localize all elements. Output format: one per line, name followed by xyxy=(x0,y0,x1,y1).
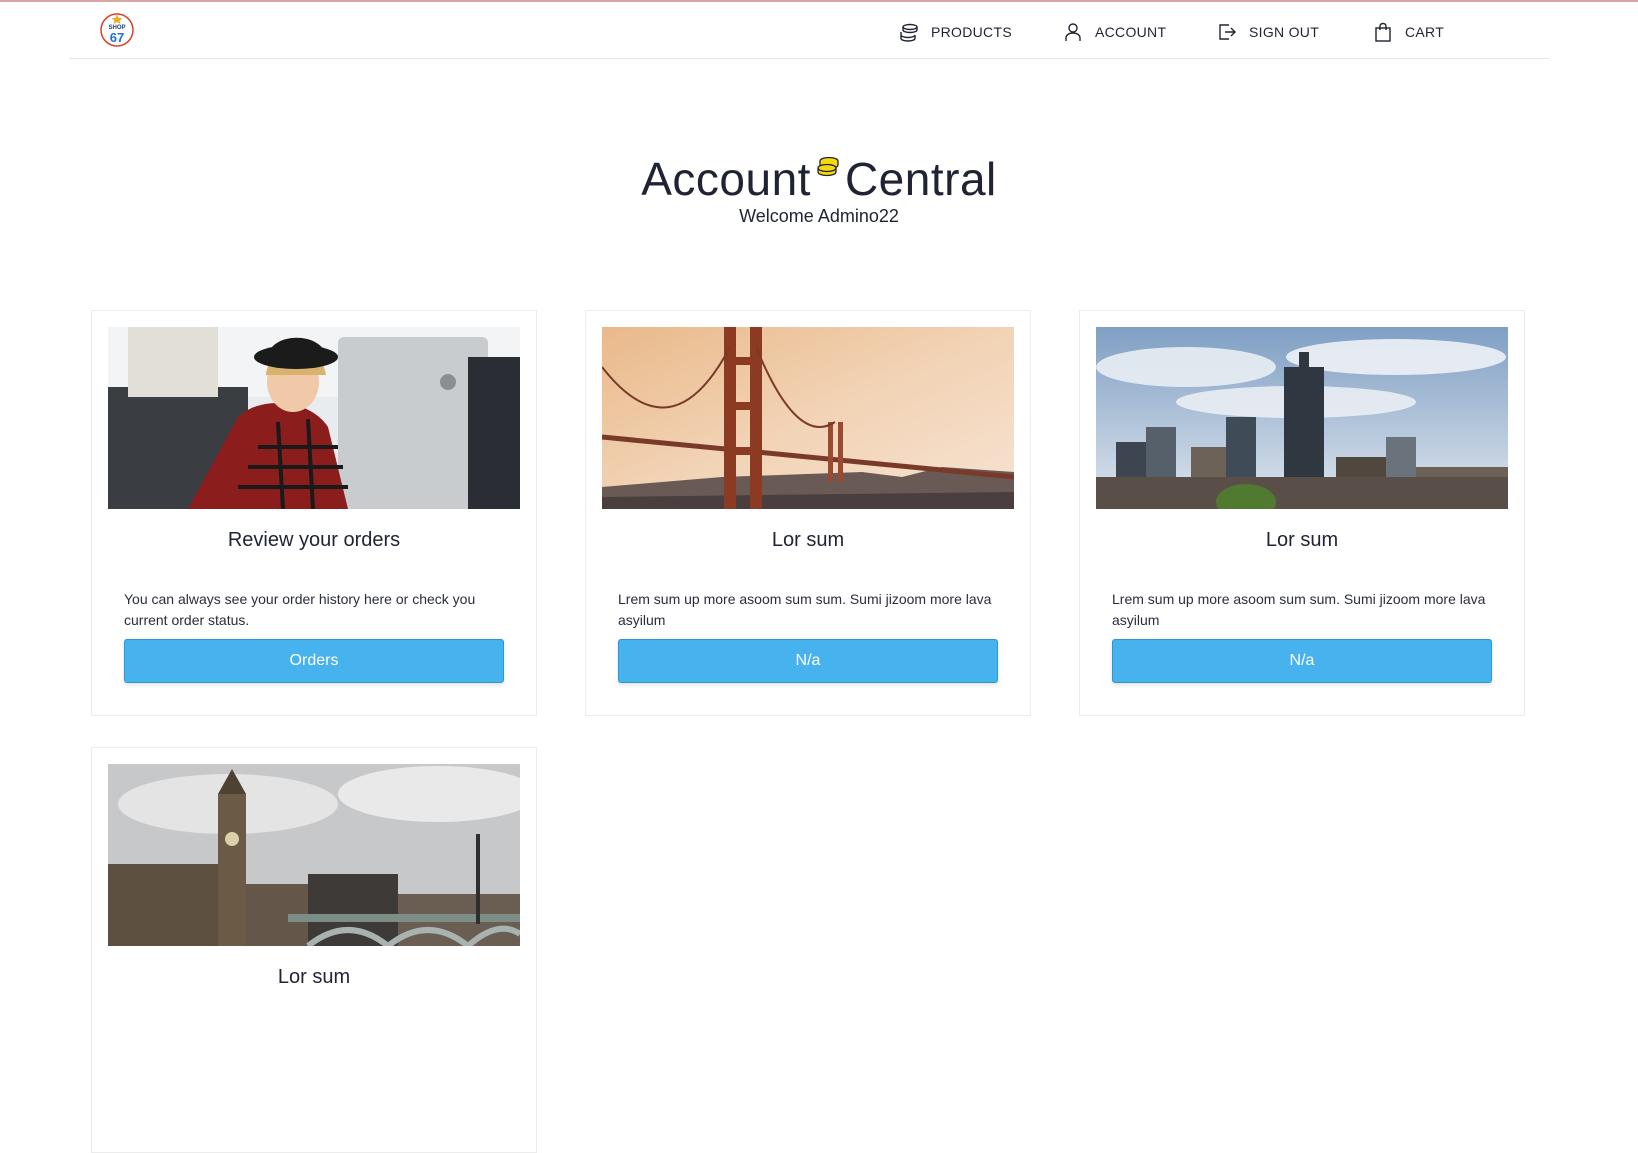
card-title: Lor sum xyxy=(1265,529,1339,551)
coins-icon xyxy=(900,23,918,42)
info-card-skyline: Lor sum Lrem sum up more asoom sum sum. … xyxy=(1079,310,1525,716)
svg-text:67: 67 xyxy=(110,30,124,45)
info-card-bridge: Lor sum Lrem sum up more asoom sum sum. … xyxy=(585,310,1031,716)
card-title: Lor sum xyxy=(277,966,351,988)
big-ben-london-photo xyxy=(108,764,520,946)
nav-account[interactable]: ACCOUNT xyxy=(1063,20,1166,44)
coins-accent-icon xyxy=(815,138,841,192)
card-title: Lor sum xyxy=(771,529,845,551)
info-card-london: Lor sum xyxy=(91,747,537,1153)
shop-logo[interactable]: SHOP 67 xyxy=(99,12,135,48)
card-description: Lrem sum up more asoom sum sum. Sumi jiz… xyxy=(1112,591,1486,628)
nav-products-label: PRODUCTS xyxy=(931,24,1012,40)
na-button[interactable]: N/a xyxy=(618,639,998,683)
na-button[interactable]: N/a xyxy=(1112,639,1492,683)
card-title: Review your orders xyxy=(227,529,401,551)
card-description: You can always see your order history he… xyxy=(124,591,476,628)
card-description: Lrem sum up more asoom sum sum. Sumi jiz… xyxy=(618,591,992,628)
page-title-right: Central xyxy=(844,153,997,205)
sign-out-icon xyxy=(1219,24,1236,40)
navbar: SHOP 67 PRODUCTS ACCOUNT SIGN OUT CART xyxy=(69,2,1549,59)
page-title: Account Central xyxy=(0,138,1638,206)
nav-cart-label: CART xyxy=(1405,24,1445,40)
nav-account-label: ACCOUNT xyxy=(1095,24,1167,40)
golden-gate-bridge-photo xyxy=(602,327,1014,509)
shop-logo-icon: SHOP 67 xyxy=(100,13,134,47)
page-title-left: Account xyxy=(641,153,811,205)
orders-button[interactable]: Orders xyxy=(124,639,504,683)
user-icon xyxy=(1065,23,1081,41)
shopping-bag-icon xyxy=(1375,22,1391,42)
nav-cart[interactable]: CART xyxy=(1373,20,1444,44)
city-skyline-photo xyxy=(1096,327,1508,509)
nav-products[interactable]: PRODUCTS xyxy=(899,20,1012,44)
welcome-message: Welcome Admino22 xyxy=(739,206,899,226)
nav-sign-out[interactable]: SIGN OUT xyxy=(1217,20,1319,44)
nav-sign-out-label: SIGN OUT xyxy=(1249,24,1320,40)
orders-card: Review your orders You can always see yo… xyxy=(91,310,537,716)
office-woman-photo xyxy=(108,327,520,509)
